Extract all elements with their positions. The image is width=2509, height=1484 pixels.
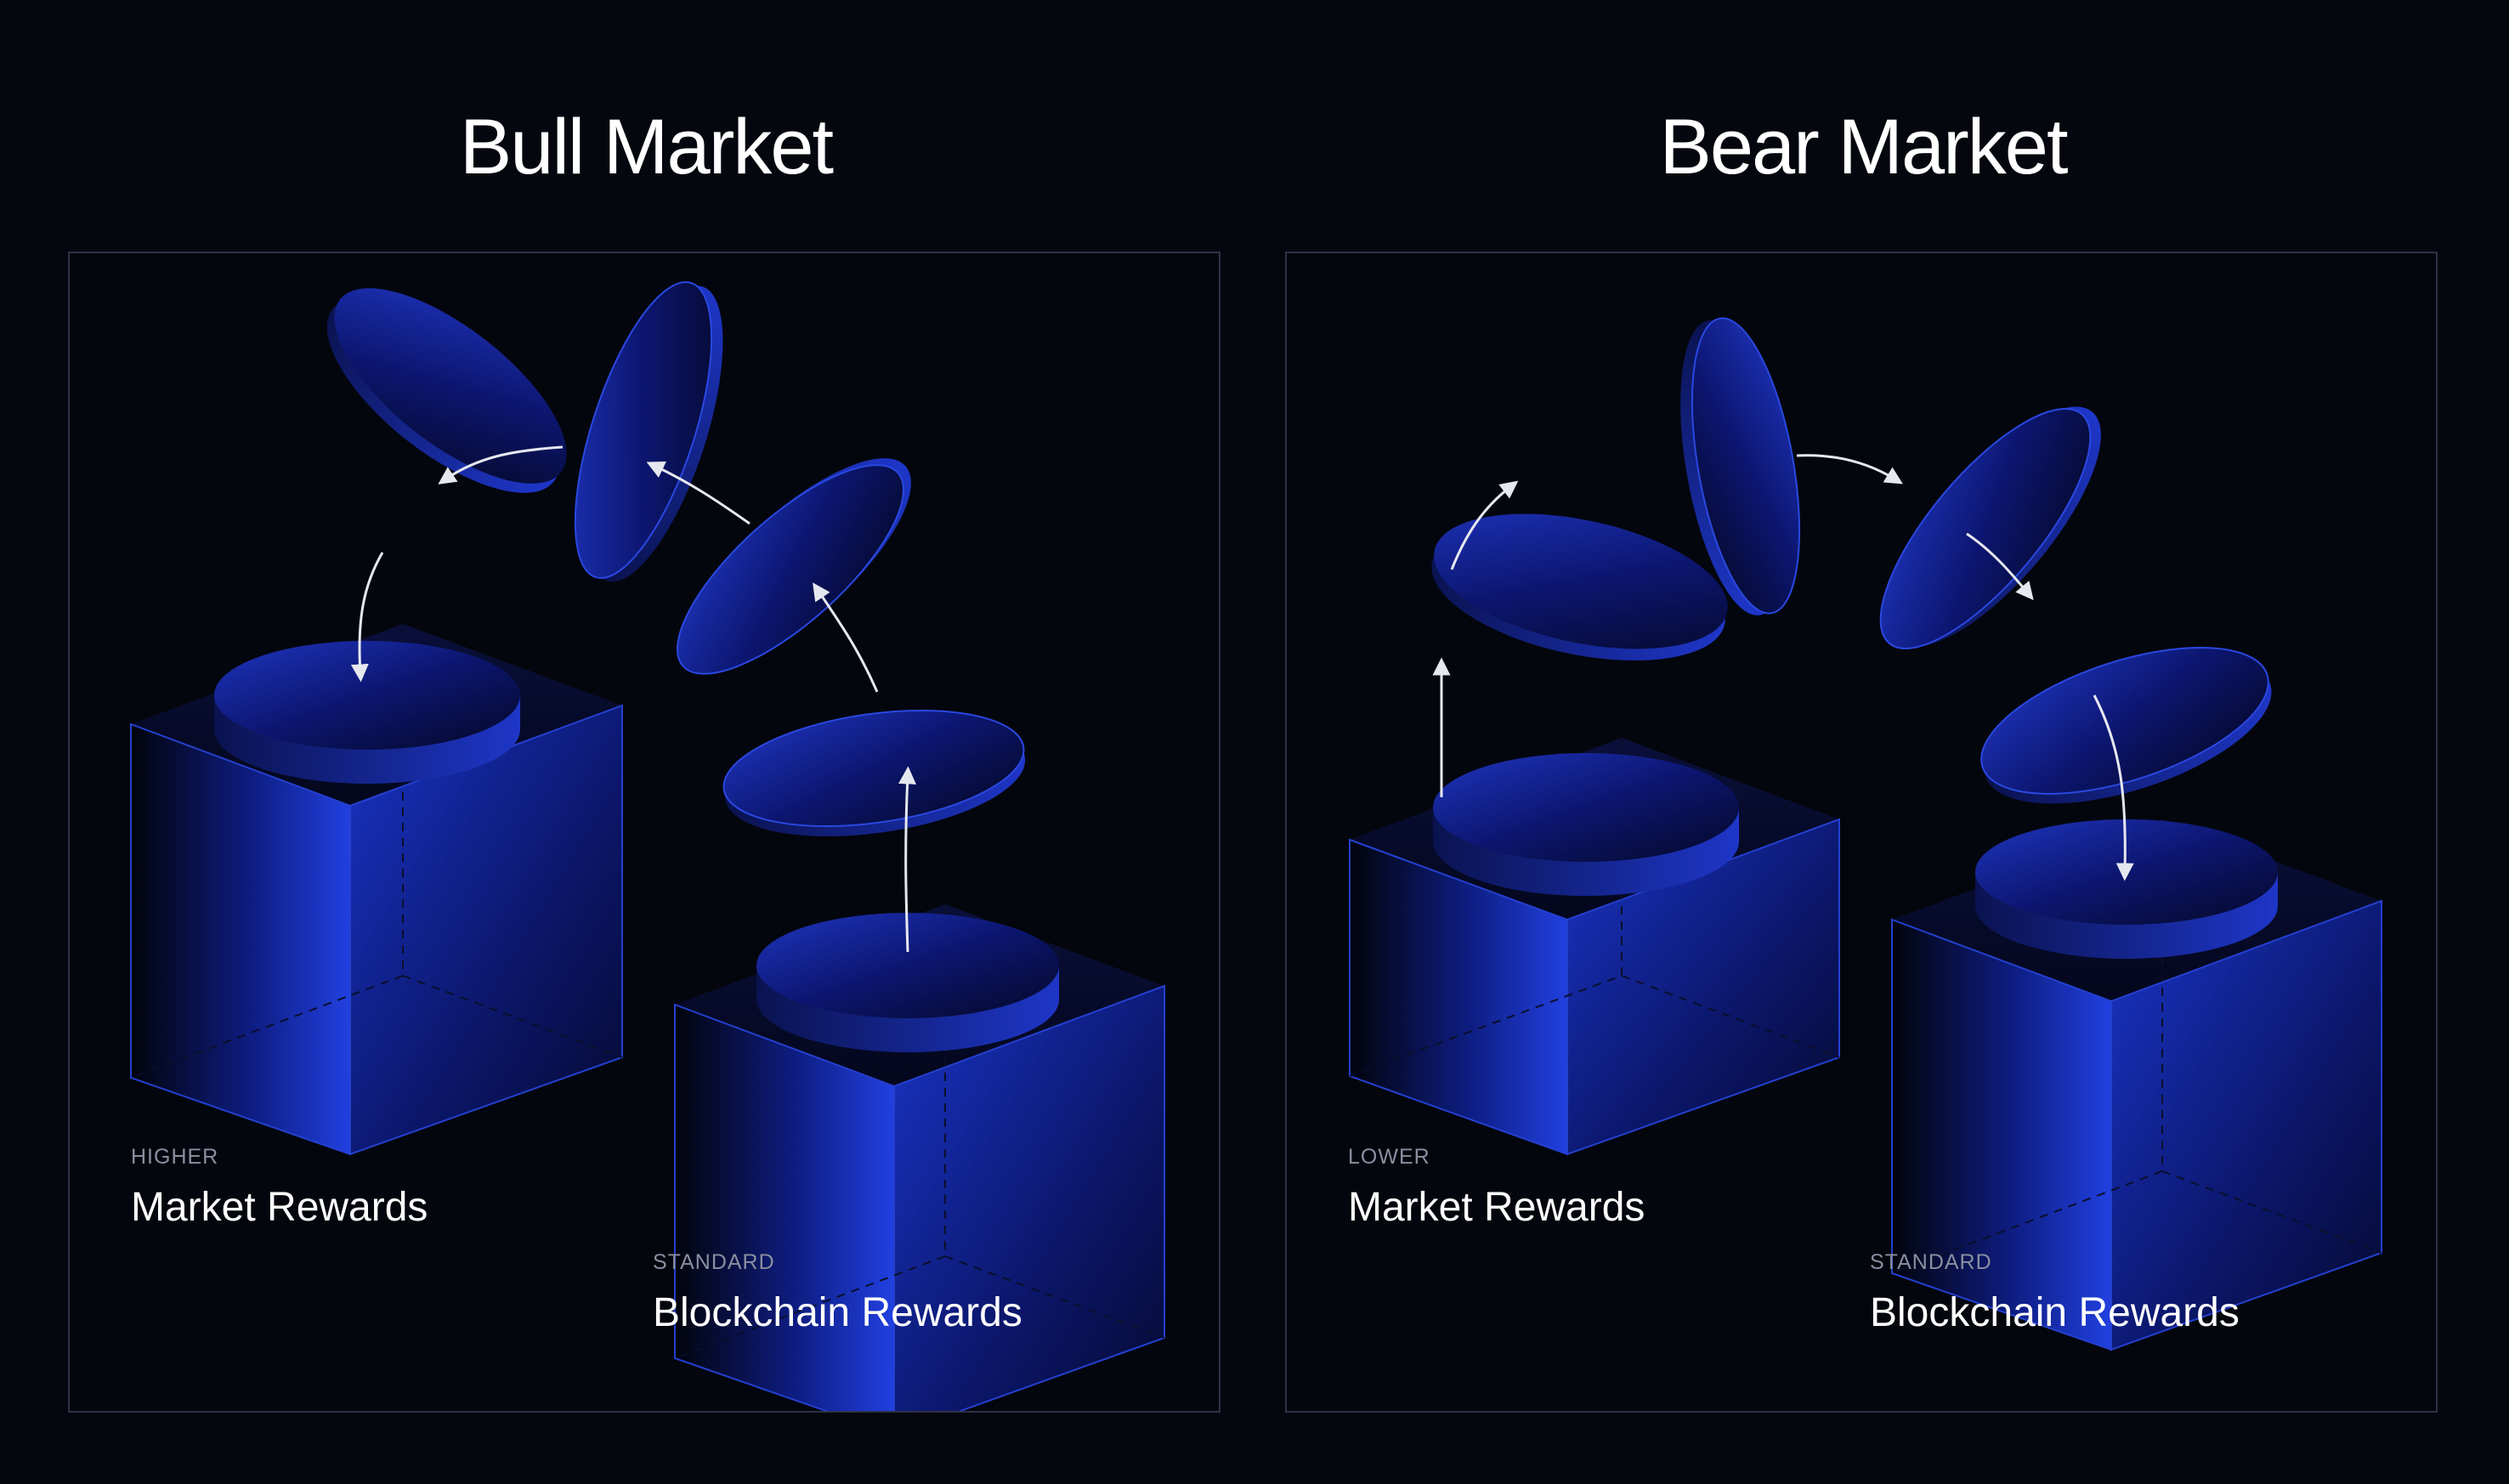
market-rewards-caption: HIGHER Market Rewards — [131, 1144, 428, 1232]
market-rewards-tier: HIGHER — [131, 1145, 219, 1169]
market-rewards-caption: LOWER Market Rewards — [1348, 1144, 1645, 1232]
market-base-coin — [214, 641, 520, 784]
arrow-right — [1796, 454, 1903, 484]
flying-coin-4 — [1980, 647, 2272, 804]
flying-coin-3 — [574, 280, 723, 582]
bear-market-title: Bear Market — [1659, 104, 2068, 190]
chain-base-coin — [1975, 819, 2278, 959]
bear-market-panel: LOWER Market Rewards STANDARD Blockchain… — [1285, 252, 2438, 1413]
blockchain-rewards-label: Blockchain Rewards — [1870, 1290, 2240, 1335]
blockchain-rewards-caption: STANDARD Blockchain Rewards — [653, 1249, 1022, 1338]
flying-coin-1 — [722, 709, 1026, 836]
market-rewards-label: Market Rewards — [131, 1185, 428, 1230]
bear-market-illustration — [1349, 287, 2382, 1351]
flying-coin-3 — [1879, 406, 2101, 649]
flying-coin-4 — [326, 288, 567, 493]
flying-coin-1 — [1431, 513, 1728, 661]
blockchain-rewards-tier: STANDARD — [653, 1250, 775, 1274]
market-rewards-tier: LOWER — [1348, 1145, 1430, 1169]
bull-market-title: Bull Market — [459, 104, 834, 190]
arrow-up-1 — [898, 766, 917, 953]
bull-market-illustration — [130, 280, 1165, 1411]
market-base-coin — [1433, 753, 1739, 896]
bull-market-panel: HIGHER Market Rewards STANDARD Blockchai… — [68, 252, 1221, 1413]
blockchain-rewards-caption: STANDARD Blockchain Rewards — [1870, 1249, 2240, 1338]
arrow-up-2 — [813, 582, 879, 693]
market-rewards-label: Market Rewards — [1348, 1185, 1645, 1230]
blockchain-rewards-tier: STANDARD — [1870, 1250, 1992, 1274]
blockchain-rewards-label: Blockchain Rewards — [653, 1290, 1022, 1335]
